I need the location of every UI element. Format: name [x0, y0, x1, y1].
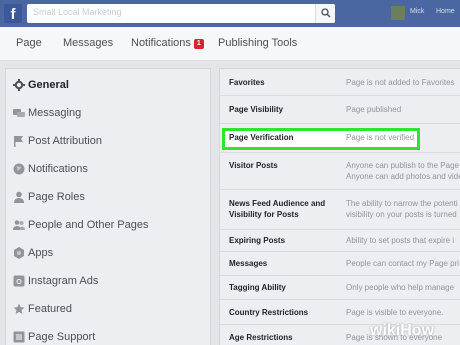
sidebar-item-notifications[interactable]: Notifications	[6, 156, 212, 184]
settings-content: General Messaging Post Attribution Notif…	[0, 61, 460, 345]
search-button[interactable]	[315, 4, 335, 23]
sidebar-item-label: Apps	[28, 247, 54, 259]
search-text: Small Local Marketing	[33, 7, 122, 17]
chat-icon	[13, 109, 25, 117]
people-icon	[13, 220, 25, 230]
flag-icon	[14, 136, 23, 147]
sidebar-item-page-roles[interactable]: Page Roles	[6, 184, 212, 212]
facebook-logo-icon[interactable]: f	[4, 4, 22, 23]
wikihow-watermark: wikiHow	[370, 322, 435, 339]
support-icon	[13, 331, 25, 343]
setting-row-expiring-posts[interactable]: Expiring Posts Ability to set posts that…	[220, 230, 460, 252]
instagram-icon	[13, 275, 25, 287]
sidebar-item-label: Instagram Ads	[28, 275, 99, 287]
page-tabs: Page Messages Notifications 1 Publishing …	[0, 27, 460, 61]
search-icon	[321, 8, 331, 18]
sidebar-item-label: Post Attribution	[28, 135, 102, 147]
tab-notifications-label: Notifications	[131, 37, 191, 49]
sidebar-item-apps[interactable]: Apps	[6, 240, 212, 268]
profile-link[interactable]: Mick	[410, 8, 424, 15]
setting-row-tagging-ability[interactable]: Tagging Ability Only people who help man…	[220, 276, 460, 300]
sidebar-item-label: Featured	[28, 303, 73, 315]
setting-value: Page is not added to Favorites	[346, 78, 455, 87]
setting-row-news-feed-audience[interactable]: News Feed Audience and Visibility for Po…	[220, 190, 460, 230]
star-icon	[13, 303, 25, 314]
setting-label: Page Visibility	[229, 105, 284, 114]
search-input[interactable]: Small Local Marketing	[27, 4, 335, 23]
setting-label: Favorites	[229, 78, 265, 87]
sidebar-item-label: People and Other Pages	[28, 219, 149, 231]
setting-value: Page is not verified	[346, 133, 415, 142]
sidebar-item-label: Page Support	[28, 331, 96, 343]
tab-page[interactable]: Page	[16, 37, 42, 49]
setting-row-visitor-posts[interactable]: Visitor Posts Anyone can publish to the …	[220, 152, 460, 190]
setting-value: Only people who help manage	[346, 283, 455, 292]
sidebar-item-messaging[interactable]: Messaging	[6, 100, 212, 128]
setting-value-line2: visibility on your posts is turned	[346, 210, 457, 219]
tab-messages[interactable]: Messages	[63, 37, 113, 49]
sidebar-item-label: Page Roles	[28, 191, 85, 203]
setting-label: Messages	[229, 259, 268, 268]
general-settings-list: Favorites Page is not added to Favorites…	[219, 68, 460, 345]
setting-row-messages[interactable]: Messages People can contact my Page pri	[220, 252, 460, 276]
setting-value: Page published	[346, 105, 402, 114]
apps-icon	[14, 247, 24, 259]
setting-label: Expiring Posts	[229, 236, 286, 245]
tab-publishing-tools[interactable]: Publishing Tools	[218, 37, 297, 49]
sidebar-item-label: General	[28, 79, 69, 91]
setting-row-page-visibility[interactable]: Page Visibility Page published	[220, 96, 460, 124]
gear-icon	[13, 79, 25, 91]
sidebar-item-label: Notifications	[28, 163, 88, 175]
sidebar-item-post-attribution[interactable]: Post Attribution	[6, 128, 212, 156]
sidebar-item-featured[interactable]: Featured	[6, 296, 212, 324]
setting-label: Tagging Ability	[229, 283, 286, 292]
setting-label: News Feed Audience and	[229, 199, 326, 208]
setting-value: Ability to set posts that expire i	[346, 236, 455, 245]
top-navbar: f Small Local Marketing Mick Home	[0, 0, 460, 27]
setting-row-page-verification[interactable]: Page Verification Page is not verified	[220, 124, 460, 152]
setting-label: Visitor Posts	[229, 161, 278, 170]
avatar[interactable]	[391, 6, 405, 20]
setting-value: The ability to narrow the potenti	[346, 199, 458, 208]
sidebar-item-people-and-other-pages[interactable]: People and Other Pages	[6, 212, 212, 240]
sidebar-item-general[interactable]: General	[6, 72, 212, 100]
person-icon	[14, 191, 24, 203]
setting-label: Country Restrictions	[229, 308, 309, 317]
sidebar-item-label: Messaging	[28, 107, 82, 119]
setting-label: Age Restrictions	[229, 333, 293, 342]
setting-label: Page Verification	[229, 133, 294, 142]
setting-value-line2: Anyone can add photos and vide	[346, 172, 460, 181]
notification-badge: 1	[193, 39, 204, 49]
globe-icon	[13, 163, 25, 175]
setting-value: People can contact my Page pri	[346, 259, 459, 268]
setting-label-line2: Visibility for Posts	[229, 210, 299, 219]
setting-value: Anyone can publish to the Page	[346, 161, 459, 170]
tab-notifications[interactable]: Notifications 1	[131, 37, 204, 49]
sidebar-item-page-support[interactable]: Page Support	[6, 324, 212, 345]
setting-row-favorites[interactable]: Favorites Page is not added to Favorites	[220, 69, 460, 96]
settings-sidebar: General Messaging Post Attribution Notif…	[5, 68, 211, 345]
setting-value: Page is visible to everyone.	[346, 308, 444, 317]
home-link[interactable]: Home	[436, 8, 455, 15]
sidebar-item-instagram-ads[interactable]: Instagram Ads	[6, 268, 212, 296]
